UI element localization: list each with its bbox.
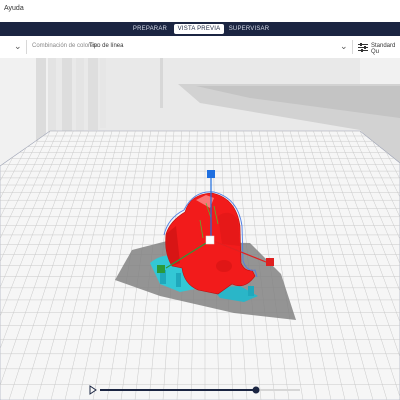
view-toolbar: ⌄ Combinación de colores: Tipo de línea …	[0, 36, 400, 59]
tab-monitor[interactable]: SUPERVISAR	[226, 24, 272, 34]
y-axis-handle[interactable]	[157, 265, 165, 273]
tab-preview[interactable]: VISTA PREVIA	[174, 24, 224, 34]
chevron-down-icon[interactable]: ⌄	[340, 41, 348, 52]
color-scheme-select[interactable]: Tipo de línea	[89, 43, 123, 49]
play-icon[interactable]	[89, 385, 97, 395]
stage-header: PREPARAR VISTA PREVIA SUPERVISAR	[0, 22, 400, 36]
toolbar-divider	[26, 40, 27, 54]
chevron-down-icon[interactable]: ⌄	[14, 41, 22, 52]
layer-timeline	[0, 384, 400, 400]
3d-viewport[interactable]	[0, 58, 400, 400]
gizmo-center-handle[interactable]	[205, 235, 215, 245]
layer-slider-handle[interactable]	[252, 386, 260, 394]
z-axis-handle[interactable]	[207, 170, 215, 178]
menu-help[interactable]: Ayuda	[4, 5, 24, 12]
print-profile-selector[interactable]: Standard Qu	[371, 43, 400, 55]
menu-bar: Ayuda	[0, 0, 400, 23]
toolbar-divider	[352, 40, 353, 54]
x-axis-handle[interactable]	[266, 258, 274, 266]
settings-sliders-icon[interactable]	[358, 43, 368, 52]
tab-prepare[interactable]: PREPARAR	[128, 24, 172, 34]
